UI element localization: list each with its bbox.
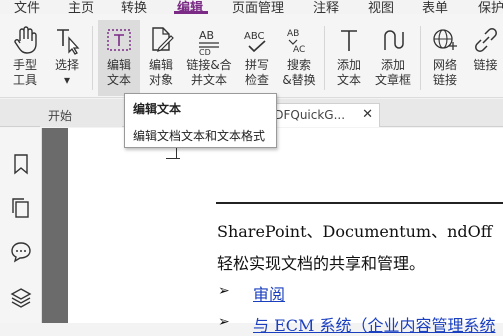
link-merge-label-1: 链接&合: [186, 58, 232, 72]
document-text-line[interactable]: SharePoint、Documentum、ndOff: [217, 218, 492, 242]
ribbon-divider: [92, 26, 93, 90]
document-link[interactable]: 审阅: [253, 281, 285, 305]
hand-tool-button[interactable]: 手型 工具: [4, 20, 46, 96]
spell-check-label-1: 拼写: [244, 58, 269, 72]
link-merge-text-icon: AB CD: [199, 29, 219, 56]
document-text-line[interactable]: 轻松实现文档的共享和管理。: [217, 250, 425, 274]
link-merge-label-2: 并文本: [190, 73, 227, 87]
add-text-icon: [341, 30, 357, 51]
ribbon-divider: [324, 26, 325, 90]
svg-text:AB: AB: [199, 29, 214, 42]
web-link-icon: [433, 29, 457, 50]
select-tool-label-1: 选择: [54, 58, 79, 72]
bookmark-icon[interactable]: [9, 152, 33, 176]
bullet-arrow-icon: ➢: [218, 314, 230, 330]
tooltip-description: 编辑文档文本和文本格式: [133, 129, 266, 143]
document-link[interactable]: 与 ECM 系统（企业内容管理系统: [253, 312, 495, 336]
pages-thumbnail-icon[interactable]: [9, 196, 33, 220]
chevron-down-icon: ▾: [63, 73, 71, 87]
web-link-button[interactable]: 网络 链接: [424, 20, 466, 96]
search-replace-button[interactable]: AB AC 搜索 &替换: [278, 20, 320, 96]
tab-start[interactable]: 开始: [40, 103, 122, 127]
document-page[interactable]: SharePoint、Documentum、ndOff 轻松实现文档的共享和管理…: [68, 128, 503, 335]
tooltip-title: 编辑文本: [133, 102, 182, 116]
add-article-box-icon: [384, 30, 404, 50]
tab-start-label: 开始: [48, 109, 73, 123]
spell-check-button[interactable]: ABC 拼写 检查: [236, 20, 278, 96]
spell-check-icon: ABC: [244, 31, 266, 53]
ribbon-divider: [420, 26, 421, 90]
comments-icon[interactable]: [9, 240, 33, 264]
add-article-box-label-1: 添加: [380, 58, 405, 72]
hand-tool-label-1: 手型: [12, 58, 37, 72]
link-button[interactable]: 链接: [468, 20, 503, 96]
web-link-label-1: 网络: [432, 58, 457, 72]
link-label-1: 链接: [473, 58, 498, 72]
svg-text:CD: CD: [199, 48, 211, 56]
close-icon[interactable]: ✕: [362, 107, 373, 122]
menu-bar: 文件 主页 转换 编辑 页面管理 注释 视图 表单 保护: [0, 0, 503, 16]
left-sidebar: [0, 128, 42, 323]
search-replace-icon: AB AC: [287, 29, 305, 55]
add-text-label-2: 文本: [336, 73, 361, 87]
header-rule: [216, 202, 503, 204]
edit-text-label-2: 文本: [106, 73, 131, 87]
spell-check-label-2: 检查: [244, 73, 269, 87]
svg-text:AB: AB: [287, 29, 299, 39]
ribbon-toolbar: 手型 工具 选择 ▾ 编辑 文本 编辑 对象 AB CD 链接&合 并文本 AB…: [0, 14, 503, 98]
select-tool-button[interactable]: 选择 ▾: [46, 20, 88, 96]
edit-object-label-1: 编辑: [148, 58, 173, 72]
edit-text-label-1: 编辑: [106, 58, 131, 72]
search-replace-label-1: 搜索: [286, 58, 311, 72]
edit-text-tooltip: 编辑文本 编辑文档文本和文本格式: [124, 93, 277, 148]
layers-icon[interactable]: [9, 286, 33, 310]
edit-text-button[interactable]: 编辑 文本: [98, 20, 140, 96]
edit-object-label-2: 对象: [148, 73, 173, 87]
add-article-box-label-2: 文章框: [374, 73, 411, 87]
crop-mark: [166, 158, 180, 159]
add-article-box-button[interactable]: 添加 文章框: [372, 20, 414, 96]
web-link-label-2: 链接: [432, 73, 457, 87]
tab-document-label: PDFQuickG...: [267, 108, 346, 122]
document-viewport[interactable]: SharePoint、Documentum、ndOff 轻松实现文档的共享和管理…: [42, 128, 503, 335]
link-merge-text-button[interactable]: AB CD 链接&合 并文本: [184, 20, 234, 96]
hand-icon: [14, 26, 37, 54]
hand-tool-label-2: 工具: [12, 73, 37, 87]
add-text-label-1: 添加: [336, 58, 361, 72]
add-text-button[interactable]: 添加 文本: [328, 20, 370, 96]
select-cursor-icon: [57, 29, 80, 55]
edit-object-button[interactable]: 编辑 对象: [140, 20, 182, 96]
edit-object-icon: [152, 27, 174, 52]
svg-text:AC: AC: [293, 45, 305, 55]
edit-text-icon: [107, 29, 131, 51]
search-replace-label-2: &替换: [282, 73, 316, 87]
bullet-arrow-icon: ➢: [218, 283, 230, 299]
svg-text:ABC: ABC: [244, 31, 265, 42]
link-icon: [474, 28, 497, 52]
